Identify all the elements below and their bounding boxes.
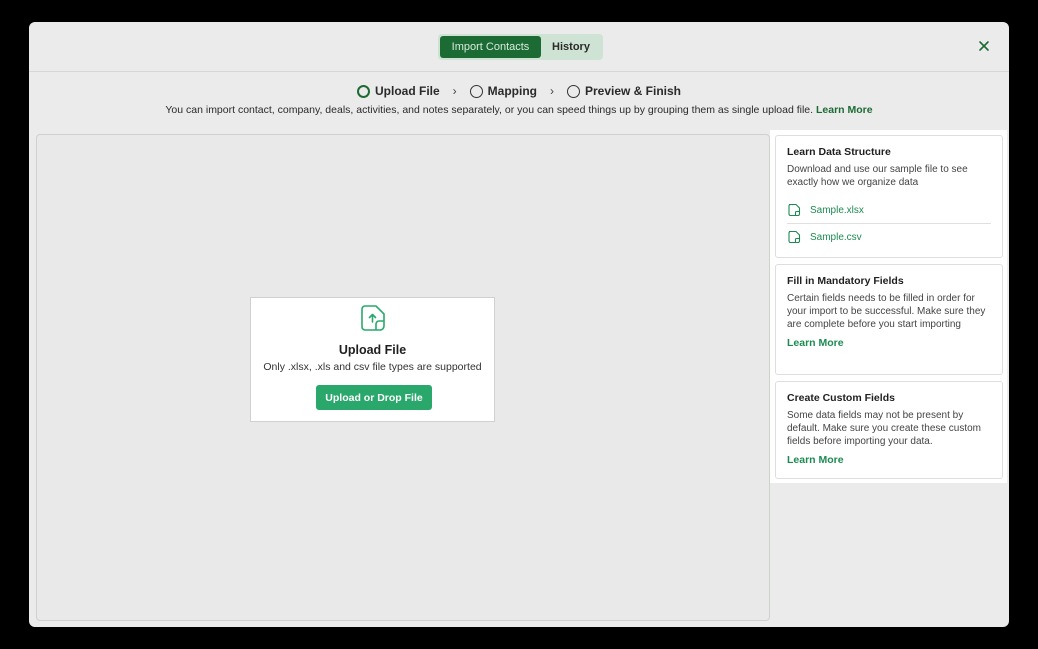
custom-learn-more-link[interactable]: Learn More [787,454,991,466]
tab-import-contacts[interactable]: Import Contacts [440,36,541,58]
step-label: Mapping [487,84,537,98]
card-text: Some data fields may not be present by d… [787,410,981,447]
card-title: Create Custom Fields [787,392,895,404]
custom-fields-card: Create Custom Fields Some data fields ma… [775,381,1003,479]
mandatory-fields-card: Fill in Mandatory Fields Certain fields … [775,264,1003,375]
step-preview-finish: Preview & Finish [566,84,682,98]
tab-switcher: Import Contacts History [438,34,603,60]
file-icon [788,230,801,244]
file-name: Sample.csv [810,231,862,243]
step-inactive-icon [469,84,483,98]
card-text: Download and use our sample file to see … [787,164,968,188]
step-label: Upload File [374,84,440,98]
step-label: Preview & Finish [584,84,682,98]
description-text: You can import contact, company, deals, … [165,104,814,116]
step-inactive-icon [566,84,580,98]
card-title: Fill in Mandatory Fields [787,275,904,287]
help-sidebar: Learn Data Structure Download and use ou… [770,130,1007,483]
card-title: Learn Data Structure [787,146,891,158]
learn-data-structure-card: Learn Data Structure Download and use ou… [775,135,1003,258]
upload-button[interactable]: Upload or Drop File [316,385,432,410]
step-mapping: Mapping [469,84,537,98]
stepper: Upload File › Mapping › Preview & Finish [29,82,1009,100]
mandatory-learn-more-link[interactable]: Learn More [787,337,991,349]
file-icon [788,203,801,217]
import-modal: Import Contacts History Upload File › Ma… [29,22,1009,627]
step-active-icon [356,84,370,98]
sample-xlsx-link[interactable]: Sample.xlsx [787,197,991,223]
file-name: Sample.xlsx [810,204,864,216]
upload-file-card: Upload File Only .xlsx, .xls and csv fil… [250,297,495,422]
description-learn-more-link[interactable]: Learn More [816,104,873,116]
upload-title: Upload File [338,343,407,357]
sample-csv-link[interactable]: Sample.csv [787,224,991,250]
chevron-right-icon: › [452,84,457,98]
file-upload-icon [361,305,385,331]
tab-history[interactable]: History [541,36,601,58]
import-description: You can import contact, company, deals, … [29,104,1009,116]
card-text: Certain fields needs to be filled in ord… [787,293,986,330]
chevron-right-icon: › [549,84,554,98]
step-upload-file: Upload File [356,84,440,98]
modal-header: Import Contacts History [29,22,1009,72]
upload-subtitle: Only .xlsx, .xls and csv file types are … [263,361,482,373]
close-icon[interactable] [978,39,990,51]
